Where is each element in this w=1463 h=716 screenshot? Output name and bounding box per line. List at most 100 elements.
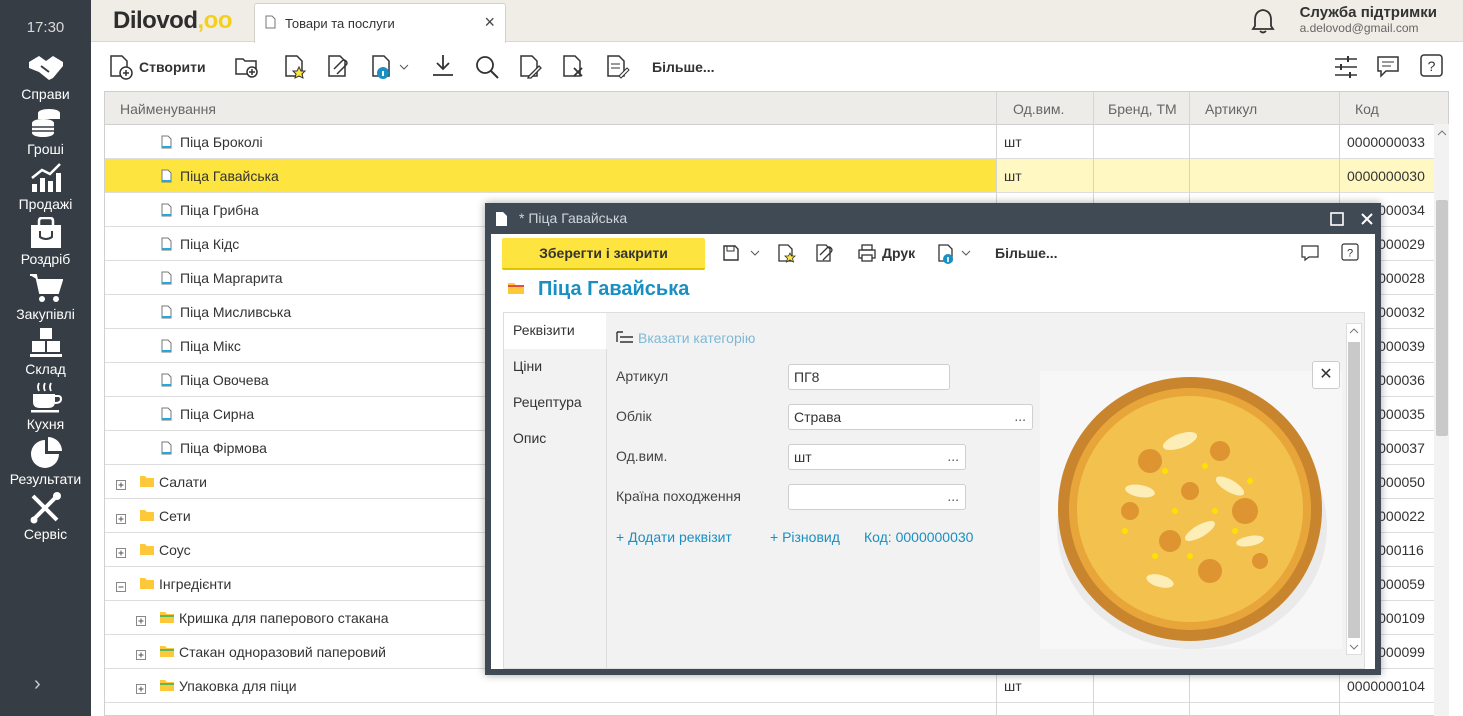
favorite-document-icon[interactable] [284, 54, 308, 80]
delete-document-icon[interactable] [562, 54, 586, 80]
scroll-up-icon[interactable] [1436, 128, 1448, 138]
chevron-down-icon[interactable] [750, 249, 760, 257]
more-button[interactable]: Більше... [995, 245, 1058, 261]
set-category-link[interactable]: Вказати категорію [638, 330, 755, 346]
select-dots[interactable]: ... [947, 488, 959, 504]
sidebar-item-kitchen[interactable]: Кухня [0, 382, 91, 434]
more-button[interactable]: Більше... [652, 53, 715, 81]
column-header-brand[interactable]: Бренд, ТМ [1108, 101, 1177, 117]
document-icon [496, 212, 507, 226]
article-field[interactable]: ПГ8 [788, 364, 950, 390]
search-icon[interactable] [474, 54, 500, 80]
column-header-article[interactable]: Артикул [1205, 101, 1257, 117]
sidebar-item-sales[interactable]: Продажі [0, 162, 91, 214]
comment-icon[interactable] [1376, 54, 1400, 80]
print-button[interactable]: Друк [882, 245, 915, 261]
add-attribute-link[interactable]: + Додати реквізит [616, 529, 732, 545]
report-document-icon[interactable] [606, 54, 630, 80]
select-dots[interactable]: ... [1014, 408, 1026, 424]
help-icon[interactable]: ? [1341, 243, 1359, 261]
tab-description[interactable]: Опис [504, 421, 606, 457]
column-header-code[interactable]: Код [1355, 101, 1379, 117]
filter-settings-icon[interactable] [1334, 54, 1358, 80]
field-label-accounting: Облік [616, 408, 652, 424]
scroll-up-icon[interactable] [1349, 327, 1359, 335]
expand-icon[interactable] [116, 545, 126, 561]
table-row[interactable]: Піца Гавайська шт 0000000030 [105, 159, 1435, 193]
support-block[interactable]: Служба підтримки a.delovod@gmail.com [1300, 4, 1437, 35]
details-scrollbar[interactable] [1346, 323, 1362, 655]
sidebar-item-label: Роздріб [20, 251, 71, 267]
select-dots[interactable]: ... [947, 448, 959, 464]
cell-name: Піца Кідс [180, 236, 240, 252]
pie-chart-icon [30, 437, 62, 468]
dialog-body: Зберегти і закрити Друк Більше... ? Піца… [491, 234, 1375, 669]
collapse-icon[interactable] [116, 579, 126, 595]
document-icon [161, 373, 172, 390]
tab-recipe[interactable]: Рецептура [504, 385, 606, 421]
table-row[interactable]: Піца Броколі шт 0000000033 [105, 125, 1435, 159]
bell-icon[interactable] [1251, 8, 1275, 34]
sidebar-item-warehouse[interactable]: Склад [0, 327, 91, 379]
sidebar-item-purchases[interactable]: Закупівлі [0, 272, 91, 324]
expand-icon[interactable] [116, 511, 126, 527]
folder-icon [139, 543, 155, 559]
printer-icon[interactable] [858, 244, 876, 262]
chevron-down-icon[interactable] [399, 63, 409, 71]
favorite-document-icon[interactable] [777, 243, 797, 265]
edit-document-icon[interactable] [519, 54, 543, 80]
info-document-icon[interactable] [371, 54, 395, 80]
cart-icon [29, 274, 63, 302]
sidebar-item-retail[interactable]: Роздріб [0, 217, 91, 269]
comment-icon[interactable] [1301, 244, 1319, 262]
table-header: Найменування Од.вим. Бренд, ТМ Артикул К… [105, 92, 1448, 125]
expand-icon[interactable] [136, 681, 146, 697]
tab-requisites[interactable]: Реквізити [504, 313, 606, 349]
field-label-unit: Од.вим. [616, 448, 668, 464]
expand-icon[interactable] [136, 613, 146, 629]
download-icon[interactable] [431, 53, 455, 79]
code-link[interactable]: Код: 0000000030 [864, 529, 973, 545]
sidebar-item-service[interactable]: Сервіс [0, 492, 91, 544]
unit-field[interactable]: шт... [788, 444, 966, 470]
attach-document-icon[interactable] [815, 243, 835, 265]
sidebar-item-results[interactable]: Результати [0, 437, 91, 489]
close-icon[interactable]: × [484, 12, 495, 33]
expand-icon[interactable] [136, 647, 146, 663]
unit-value: шт [794, 449, 812, 465]
grid-scroll-thumb[interactable] [1436, 200, 1448, 436]
info-document-icon[interactable] [937, 243, 957, 265]
scroll-down-icon[interactable] [1349, 643, 1359, 651]
close-icon[interactable] [1360, 212, 1374, 226]
help-icon[interactable]: ? [1420, 54, 1444, 78]
sidebar-item-label: Закупівлі [16, 306, 75, 322]
document-icon [161, 271, 172, 288]
details-pane: Реквізити Ціни Рецептура Опис Вказати ка… [503, 312, 1365, 669]
column-header-unit[interactable]: Од.вим. [1013, 101, 1064, 117]
country-field[interactable]: ... [788, 484, 966, 510]
sidebar-item-label: Результати [9, 471, 82, 487]
save-close-button[interactable]: Зберегти і закрити [502, 238, 705, 270]
create-button[interactable]: Створити [109, 53, 206, 81]
cell-unit: шт [1004, 678, 1022, 694]
chevron-down-icon[interactable] [961, 249, 971, 257]
cell-unit: шт [1004, 134, 1022, 150]
add-folder-icon[interactable] [234, 55, 260, 79]
tab-prices[interactable]: Ціни [504, 349, 606, 385]
product-photo [1040, 371, 1342, 649]
sidebar-item-money[interactable]: Гроші [0, 107, 91, 159]
attach-document-icon[interactable] [327, 54, 351, 80]
pizza-image [1040, 371, 1342, 649]
remove-photo-button[interactable]: ✕ [1312, 361, 1340, 389]
chevron-right-icon[interactable]: › [34, 673, 41, 696]
scroll-thumb[interactable] [1348, 342, 1360, 638]
column-header-name[interactable]: Найменування [120, 101, 216, 117]
add-variant-link[interactable]: + Різновид [770, 529, 840, 545]
sidebar-item-cases[interactable]: Справи [0, 52, 91, 104]
sidebar-item-label: Продажі [18, 196, 73, 212]
maximize-icon[interactable] [1330, 212, 1344, 226]
accounting-field[interactable]: Страва... [788, 404, 1033, 430]
expand-icon[interactable] [116, 477, 126, 493]
save-icon[interactable] [722, 244, 740, 262]
tab-goods-services[interactable]: Товари та послуги × [254, 3, 506, 43]
